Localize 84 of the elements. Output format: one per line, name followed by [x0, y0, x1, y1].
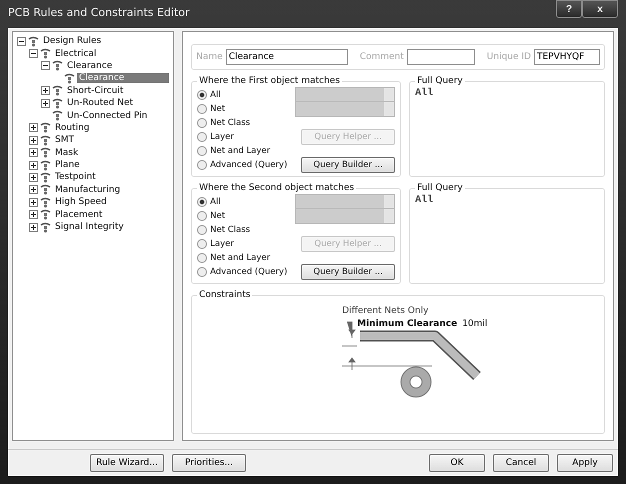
- expand-icon[interactable]: [29, 210, 38, 220]
- expand-icon[interactable]: [29, 148, 38, 158]
- group-title: Full Query: [416, 76, 464, 86]
- footer-button[interactable]: Rule Wizard...: [90, 454, 164, 472]
- rule-icon: [52, 85, 63, 96]
- rule-icon: [40, 134, 51, 146]
- query-text: All: [415, 195, 434, 206]
- dialog-button[interactable]: OK: [429, 454, 485, 472]
- clearance-label: Minimum Clearance: [357, 319, 458, 329]
- scope-text: Different Nets Only: [342, 306, 428, 316]
- dialog-button[interactable]: Cancel: [493, 454, 549, 472]
- rule-icon: [40, 184, 51, 196]
- query-builder-button[interactable]: Query Builder ...: [301, 264, 396, 280]
- group-title: Where the Second object matches: [198, 183, 356, 193]
- tree-item[interactable]: Un-Connected Pin: [65, 110, 150, 121]
- radio-option[interactable]: Net Class: [197, 118, 292, 128]
- tree-item[interactable]: Placement: [53, 210, 104, 220]
- expand-icon[interactable]: [29, 185, 38, 194]
- dialog-button[interactable]: Apply: [557, 454, 613, 472]
- close-button[interactable]: x: [582, 0, 618, 18]
- name-label: Name: [196, 52, 223, 62]
- group-title: Full Query: [416, 183, 464, 193]
- tree-item[interactable]: Short-Circuit: [65, 86, 126, 96]
- radio-option[interactable]: Net: [197, 104, 292, 114]
- radio-option[interactable]: Net and Layer: [197, 146, 292, 156]
- unique-id-field[interactable]: TEPVHYQF: [534, 49, 600, 65]
- group-title: Constraints: [198, 290, 252, 300]
- comment-label: Comment: [360, 52, 404, 62]
- tree-item[interactable]: Clearance: [77, 73, 170, 84]
- rule-icon: [52, 110, 63, 122]
- tree-item[interactable]: Plane: [53, 160, 82, 170]
- rule-icon: [40, 160, 51, 171]
- rule-icon: [28, 36, 39, 47]
- expand-icon[interactable]: [41, 98, 50, 108]
- tree-item[interactable]: Design Rules: [41, 36, 104, 46]
- expand-icon[interactable]: [29, 222, 38, 232]
- collapse-icon[interactable]: [17, 36, 26, 46]
- radio-option[interactable]: Net and Layer: [197, 253, 292, 263]
- expand-icon[interactable]: [29, 172, 38, 182]
- unique-id-label: Unique ID: [486, 52, 531, 62]
- expand-icon[interactable]: [29, 136, 38, 145]
- radio-option[interactable]: Net: [197, 211, 292, 221]
- query-text: All: [415, 88, 434, 99]
- expand-icon[interactable]: [29, 123, 38, 132]
- rule-icon: [52, 98, 63, 109]
- tree-item[interactable]: Electrical: [53, 48, 98, 59]
- rule-icon: [40, 209, 51, 220]
- radio-option[interactable]: Layer: [197, 132, 292, 142]
- radio-option[interactable]: Layer: [197, 239, 292, 249]
- footer-button[interactable]: Priorities...: [172, 454, 246, 472]
- window-title: PCB Rules and Constraints Editor: [8, 6, 190, 19]
- radio-option[interactable]: Advanced (Query): [197, 267, 292, 277]
- radio-option[interactable]: Net Class: [197, 225, 292, 235]
- tree-item[interactable]: Manufacturing: [53, 184, 122, 195]
- tree-item[interactable]: Signal Integrity: [53, 222, 126, 232]
- expand-icon[interactable]: [29, 198, 38, 207]
- group-title: Where the First object matches: [198, 76, 341, 86]
- collapse-icon[interactable]: [41, 61, 50, 70]
- rule-icon: [40, 48, 51, 60]
- tree-item[interactable]: Testpoint: [53, 172, 98, 182]
- query-builder-button[interactable]: Query Builder ...: [301, 157, 396, 173]
- rule-icon: [40, 122, 51, 134]
- tree-item[interactable]: Mask: [53, 148, 80, 158]
- name-field[interactable]: Clearance: [226, 49, 348, 65]
- tree-item[interactable]: Clearance: [65, 60, 114, 71]
- expand-icon[interactable]: [41, 86, 50, 96]
- expand-icon[interactable]: [29, 160, 38, 170]
- clearance-value: 10mil: [462, 319, 488, 329]
- rule-icon: [64, 72, 75, 84]
- help-button[interactable]: ?: [556, 0, 582, 18]
- radio-option[interactable]: All: [197, 197, 292, 207]
- tree-item[interactable]: High Speed: [53, 197, 109, 208]
- tree-item[interactable]: Un-Routed Net: [65, 98, 136, 108]
- rule-icon: [40, 196, 51, 208]
- rule-icon: [52, 60, 63, 72]
- tree-item[interactable]: Routing: [53, 122, 92, 133]
- rule-icon: [40, 222, 51, 233]
- rule-icon: [40, 172, 51, 183]
- comment-field[interactable]: [406, 49, 475, 65]
- radio-option[interactable]: Advanced (Query): [197, 160, 292, 170]
- tree-item[interactable]: SMT: [53, 135, 76, 146]
- rule-icon: [40, 147, 51, 158]
- collapse-icon[interactable]: [29, 49, 38, 58]
- radio-option[interactable]: All: [197, 90, 292, 100]
